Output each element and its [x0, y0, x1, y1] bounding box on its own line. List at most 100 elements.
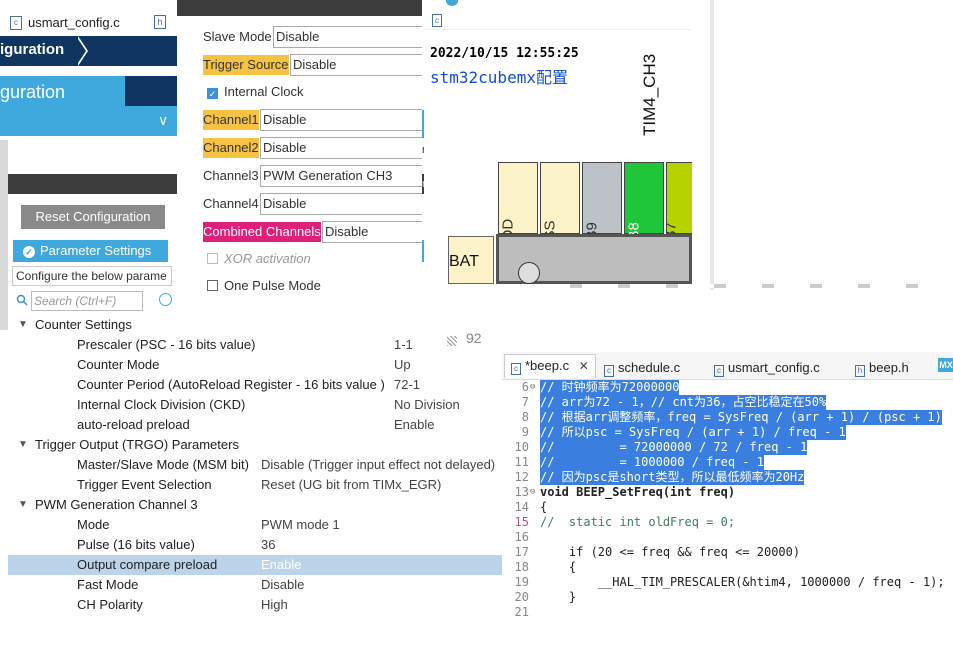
tree-row[interactable]: Prescaler (PSC - 16 bits value) 1-1 — [8, 335, 503, 355]
code-line[interactable]: 19 __HAL_TIM_PRESCALER(&htim4, 1000000 /… — [502, 575, 953, 590]
channel4-select[interactable]: Disable — [260, 193, 425, 215]
pin-pb9[interactable]: PB9 — [582, 162, 622, 251]
close-icon[interactable]: ✕ — [579, 359, 589, 373]
code-line[interactable]: 9 // 所以psc = SysFreq / (arr + 1) / freq -… — [502, 425, 953, 440]
group-label: Counter Settings — [35, 317, 132, 332]
code-text: // arr为72 - 1，// cnt为36，占空比稳定在50% — [540, 395, 827, 410]
code-line[interactable]: 20 } — [502, 590, 953, 605]
line-number: 20 — [514, 590, 529, 604]
tree-row[interactable]: Internal Clock Division (CKD) No Division — [8, 395, 503, 415]
one-pulse-checkbox[interactable] — [207, 280, 218, 291]
code-line[interactable]: 17 if (20 <= freq && freq <= 20000) — [502, 545, 953, 560]
tree-row[interactable]: auto-reload preload Enable — [8, 415, 503, 435]
collapse-icon[interactable]: ▼ — [18, 315, 28, 335]
h-file-icon[interactable]: h — [154, 15, 166, 29]
tree-group-pwm-ch3[interactable]: ▼ PWM Generation Channel 3 — [8, 495, 503, 515]
tab-usmart-config[interactable]: usmart_config.c — [28, 15, 120, 30]
line-number: 21 — [514, 605, 529, 619]
code-line[interactable]: 8 // 根据arr调整频率，freq = SysFreq / (arr + 1)… — [502, 410, 953, 425]
code-line[interactable]: 21 — [502, 605, 953, 620]
tree-group-counter-settings[interactable]: ▼ Counter Settings — [8, 315, 503, 335]
code-line[interactable]: 16 — [502, 530, 953, 545]
code-text: if (20 <= freq && freq <= 20000) — [540, 545, 801, 559]
tree-row[interactable]: CH Polarity High — [8, 595, 503, 615]
param-value[interactable]: Disable (Trigger input effect not delaye… — [261, 455, 495, 475]
param-value[interactable]: 72-1 — [394, 375, 420, 395]
internal-clock-checkbox[interactable]: ✓ — [207, 88, 218, 99]
param-value[interactable]: Enable — [394, 415, 434, 435]
tab-beep-c[interactable]: c *beep.c ✕ — [504, 354, 596, 378]
pin-vbat[interactable]: BAT — [448, 236, 494, 284]
collapse-icon[interactable]: ▼ — [18, 495, 28, 515]
tree-row[interactable]: Mode PWM mode 1 — [8, 515, 503, 535]
tab-parameter-settings[interactable]: ✓ Parameter Settings — [13, 240, 168, 262]
channel1-select[interactable]: Disable — [260, 109, 425, 131]
tab-usmart-config-c[interactable]: c usmart_config.c — [714, 360, 820, 377]
chevron-down-icon[interactable]: ∨ — [158, 112, 168, 129]
tab-schedule-c[interactable]: c schedule.c — [604, 360, 680, 377]
param-value[interactable]: 1-1 — [394, 335, 413, 355]
slave-mode-select[interactable]: Disable — [273, 26, 425, 48]
internal-clock-row[interactable]: ✓ Internal Clock — [207, 81, 303, 103]
channel2-select[interactable]: Disable — [260, 137, 425, 159]
fold-icon[interactable]: ⊖ — [530, 380, 535, 395]
code-line[interactable]: 7 // arr为72 - 1，// cnt为36，占空比稳定在50% — [502, 395, 953, 410]
code-text: // static int oldFreq = 0; — [540, 515, 736, 529]
breadcrumb-config[interactable]: iguration — [0, 36, 180, 66]
tree-row[interactable]: Trigger Event Selection Reset (UG bit fro… — [8, 475, 503, 495]
reset-configuration-button[interactable]: Reset Configuration — [21, 205, 165, 229]
search-row: Search (Ctrl+F) — [16, 291, 180, 313]
tree-row-selected[interactable]: Output compare preload Enable — [8, 555, 503, 575]
tab-beep-h[interactable]: h beep.h — [855, 360, 909, 377]
code-line[interactable]: 13 ⊖ void BEEP_SetFreq(int freq) — [502, 485, 953, 500]
param-value[interactable]: Enable — [261, 555, 301, 575]
tree-row[interactable]: Counter Period (AutoReload Register - 16… — [8, 375, 503, 395]
code-line[interactable]: 15 // static int oldFreq = 0; — [502, 515, 953, 530]
code-line[interactable]: 10 // = 72000000 / 72 / freq - 1 — [502, 440, 953, 455]
param-value[interactable]: PWM mode 1 — [261, 515, 340, 535]
channel1-label: Channel1 — [203, 110, 259, 130]
param-value[interactable]: No Division — [394, 395, 460, 415]
code-line[interactable]: 12 // 因为psc是short类型，所以最低频率为20Hz — [502, 470, 953, 485]
channel3-select[interactable]: PWM Generation CH3 — [260, 165, 425, 187]
search-icon — [16, 294, 28, 306]
chip-pinout-panel: c 2022/10/15 12:55:25 stm32cubemx配置 TIM4… — [424, 0, 714, 284]
trigger-source-select[interactable]: Disable — [290, 54, 425, 76]
reset-search-icon[interactable] — [159, 293, 172, 306]
param-value[interactable]: High — [261, 595, 288, 615]
param-name: Pulse (16 bits value) — [77, 537, 195, 552]
chip-scrollbar[interactable] — [710, 0, 714, 290]
search-input[interactable]: Search (Ctrl+F) — [31, 291, 143, 311]
pin-vss[interactable]: VSS — [540, 162, 580, 251]
code-line[interactable]: 11 // = 1000000 / freq - 1 — [502, 455, 953, 470]
tree-row[interactable]: Counter Mode Up — [8, 355, 503, 375]
one-pulse-row[interactable]: One Pulse Mode — [207, 275, 321, 297]
tree-group-trgo[interactable]: ▼ Trigger Output (TRGO) Parameters — [8, 435, 503, 455]
mx-icon[interactable]: MX — [938, 358, 953, 372]
param-name: Output compare preload — [77, 557, 218, 572]
pin-pb8[interactable]: PB8 — [624, 162, 664, 251]
line-number: 9 — [521, 425, 529, 439]
fold-icon[interactable]: ⊖ — [530, 485, 535, 500]
code-line[interactable]: 18 { — [502, 560, 953, 575]
line-number: 17 — [514, 545, 529, 559]
code-line[interactable]: 6 ⊖ // 时钟频率为72000000 — [502, 380, 953, 395]
chip-tab-row: c — [424, 0, 714, 30]
param-value[interactable]: Disable — [261, 575, 304, 595]
c-file-icon[interactable]: c — [432, 14, 442, 27]
code-line[interactable]: 14 { — [502, 500, 953, 515]
chip-title: stm32cubemx配置 — [430, 68, 568, 87]
breadcrumb-arrow-inner — [76, 36, 86, 66]
combined-channels-select[interactable]: Disable — [322, 221, 425, 243]
tree-row[interactable]: Master/Slave Mode (MSM bit) Disable (Trig… — [8, 455, 503, 475]
tree-row[interactable]: Fast Mode Disable — [8, 575, 503, 595]
pin-vdd[interactable]: VDD — [498, 162, 538, 251]
collapse-icon[interactable]: ▼ — [18, 435, 28, 455]
tab-label: beep.h — [869, 360, 909, 375]
param-value[interactable]: 36 — [261, 535, 275, 555]
bat-label: BAT — [449, 253, 479, 270]
param-value[interactable]: Up — [394, 355, 411, 375]
param-value[interactable]: Reset (UG bit from TIMx_EGR) — [261, 475, 441, 495]
tree-row[interactable]: Pulse (16 bits value) 36 — [8, 535, 503, 555]
left-dark-bar — [8, 174, 180, 194]
